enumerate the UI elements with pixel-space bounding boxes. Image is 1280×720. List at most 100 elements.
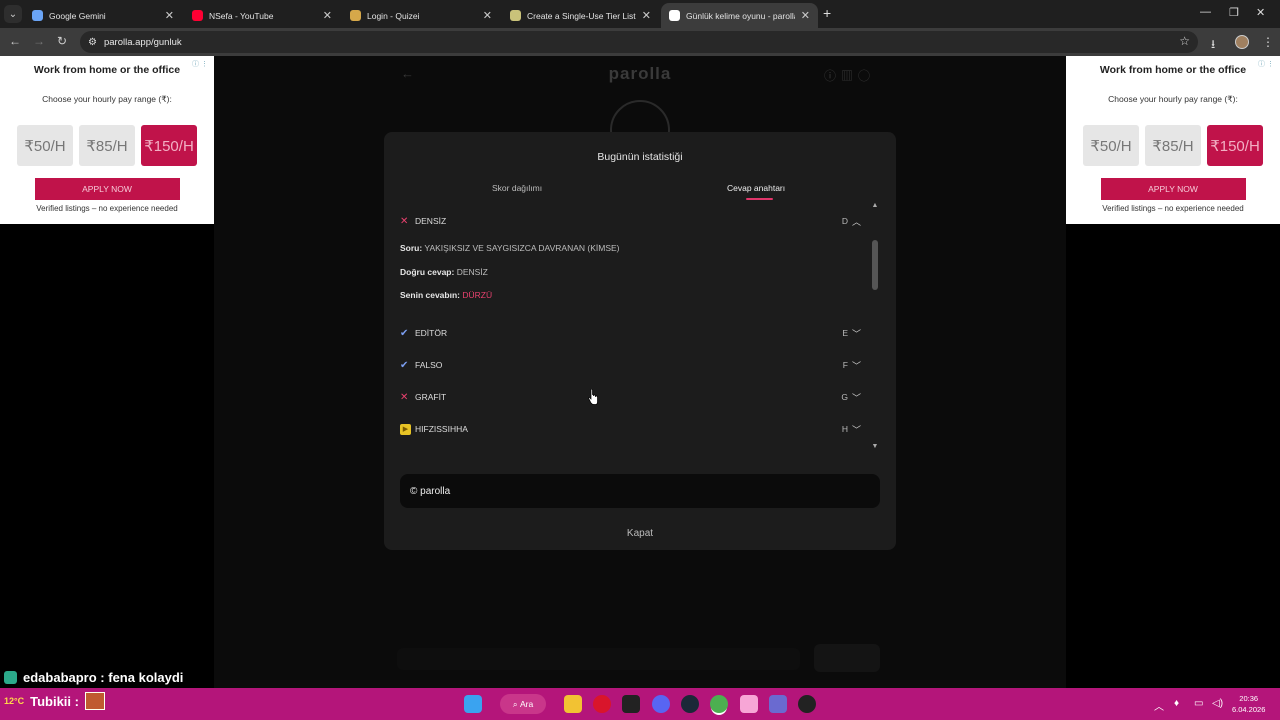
- forward-button[interactable]: →: [33, 34, 45, 48]
- answer-row[interactable]: ✔ FALSO F ﹀: [400, 355, 862, 375]
- start-button-icon[interactable]: [464, 695, 482, 713]
- answer-row[interactable]: ✕ GRAFİT G ﹀: [400, 387, 862, 407]
- check-icon: ✔: [400, 327, 409, 339]
- browser-tab[interactable]: Login - Quizei ✕: [342, 3, 500, 28]
- answer-row[interactable]: ✔ EDİTÖR E ﹀: [400, 323, 862, 343]
- apply-now-button[interactable]: APPLY NOW: [1100, 178, 1246, 200]
- close-tab-icon[interactable]: ✕: [801, 9, 810, 22]
- browser-tab[interactable]: Google Gemini ✕: [24, 3, 182, 28]
- weather-widget[interactable]: 12°C: [4, 696, 24, 706]
- tab-answer-key[interactable]: Cevap anahtarı: [727, 183, 785, 193]
- scroll-thumb[interactable]: [872, 240, 878, 290]
- chat-badge-icon: [4, 671, 17, 684]
- favicon-icon: [350, 10, 361, 21]
- chevron-down-icon[interactable]: ﹀: [852, 359, 862, 372]
- close-tab-icon[interactable]: ✕: [642, 9, 651, 22]
- parolla-logo: parolla: [608, 64, 672, 83]
- browser-tab[interactable]: NSefa - YouTube ✕: [184, 3, 340, 28]
- rate-option[interactable]: ₹85/H: [1145, 125, 1201, 166]
- restore-button[interactable]: ❐: [1229, 6, 1239, 19]
- answer-word: GRAFİT: [415, 392, 447, 402]
- close-tab-icon[interactable]: ✕: [323, 9, 332, 22]
- tab-title: NSefa - YouTube: [209, 10, 274, 21]
- chat-message: edababapro : fena kolaydi: [4, 670, 183, 685]
- app-icon[interactable]: [769, 695, 787, 713]
- streamer-name: Tubikii :: [30, 693, 79, 709]
- chat-text: fena kolaydi: [108, 670, 184, 685]
- answer-letter: G: [841, 392, 848, 402]
- chat-user: edababapro: [23, 670, 97, 685]
- epic-games-icon[interactable]: [622, 695, 640, 713]
- scroll-down-icon[interactable]: ▼: [870, 443, 880, 450]
- new-tab-button[interactable]: +: [823, 5, 831, 21]
- reload-button[interactable]: ↻: [57, 34, 67, 48]
- ad-subtitle: Choose your hourly pay range (₹):: [42, 94, 172, 104]
- answer-word: FALSO: [415, 360, 443, 370]
- answer-scrollbar[interactable]: ▲ ▼: [870, 202, 880, 452]
- discord-icon[interactable]: [652, 695, 670, 713]
- chevron-down-icon[interactable]: ﹀: [852, 391, 862, 404]
- volume-icon[interactable]: ◁): [1212, 698, 1223, 709]
- browser-tab[interactable]: Create a Single-Use Tier List (P ✕: [502, 3, 659, 28]
- taskbar-search[interactable]: ⌕ Ara: [500, 694, 546, 714]
- active-tab-indicator: [746, 198, 773, 200]
- adchoices-icon[interactable]: ⓘ ⋮: [192, 59, 208, 69]
- scroll-up-icon[interactable]: ▲: [870, 202, 880, 209]
- tab-score-distribution[interactable]: Skor dağılımı: [492, 183, 542, 193]
- back-button[interactable]: ←: [9, 34, 21, 48]
- question-line: Soru: YAKIŞIKSIZ VE SAYGISIZCA DAVRANAN …: [400, 243, 620, 253]
- close-button[interactable]: Kapat: [384, 528, 896, 539]
- menu-icon[interactable]: ⋮: [1262, 35, 1274, 49]
- ad-left[interactable]: ⓘ ⋮ Work from home or the office Choose …: [0, 56, 214, 224]
- answer-row-expanded[interactable]: ✕ DENSİZ D ︿: [400, 211, 862, 231]
- answer-letter: D: [841, 216, 848, 226]
- chevron-up-icon[interactable]: ︿: [852, 215, 862, 228]
- minimize-button[interactable]: —: [1200, 6, 1211, 18]
- browser-tab[interactable]: Günlük kelime oyunu - parolla ✕: [661, 3, 818, 28]
- chrome-icon[interactable]: [710, 695, 728, 713]
- question-label: Soru:: [400, 243, 423, 253]
- ad-right[interactable]: ⓘ ⋮ Work from home or the office Choose …: [1066, 56, 1280, 224]
- answer-word: DENSİZ: [415, 216, 447, 226]
- network-icon[interactable]: ▭: [1194, 698, 1203, 709]
- address-bar[interactable]: ⚙ parolla.app/gunluk ☆: [80, 31, 1198, 53]
- input-bar: [397, 648, 800, 670]
- rate-option[interactable]: ₹50/H: [1083, 125, 1139, 166]
- site-info-icon[interactable]: ⚙: [88, 37, 97, 48]
- chevron-down-icon[interactable]: ﹀: [852, 327, 862, 340]
- apply-now-button[interactable]: APPLY NOW: [34, 178, 180, 200]
- steam-icon[interactable]: [681, 695, 699, 713]
- ad-verified-text: Verified listings – no experience needed: [1102, 204, 1244, 213]
- modal-title: Bugünün istatistiği: [597, 151, 683, 163]
- file-explorer-icon[interactable]: [564, 695, 582, 713]
- submit-button-bg: [814, 644, 880, 672]
- answer-row[interactable]: ▶ HIFZISSIHHA H ﹀: [400, 419, 862, 439]
- chevron-down-icon[interactable]: ﹀: [852, 423, 862, 436]
- rate-option[interactable]: ₹85/H: [79, 125, 135, 166]
- rate-option[interactable]: ₹150/H: [1207, 125, 1263, 166]
- close-tab-icon[interactable]: ✕: [165, 9, 174, 22]
- microphone-icon[interactable]: ♦: [1174, 698, 1179, 709]
- answer-word: EDİTÖR: [415, 328, 448, 338]
- photos-icon[interactable]: [740, 695, 758, 713]
- clock-time: 20:36: [1239, 694, 1259, 703]
- adchoices-icon[interactable]: ⓘ ⋮: [1258, 59, 1274, 69]
- opera-icon[interactable]: [593, 695, 611, 713]
- bookmark-star-icon[interactable]: ☆: [1179, 34, 1190, 48]
- clock[interactable]: 20:36 6.04.2026: [1232, 693, 1265, 715]
- answer-list: ✕ DENSİZ D ︿ Soru: YAKIŞIKSIZ VE SAYGISI…: [400, 207, 862, 447]
- download-icon[interactable]: ⭳: [1211, 35, 1215, 56]
- tray-overflow-icon[interactable]: ︿: [1154, 698, 1164, 713]
- your-answer: DÜRZÜ: [462, 290, 493, 300]
- close-tab-icon[interactable]: ✕: [483, 9, 492, 22]
- tab-search-button[interactable]: ⌄: [4, 5, 22, 23]
- streamer-thumbnail: [84, 692, 105, 710]
- obs-icon[interactable]: [798, 695, 816, 713]
- profile-avatar[interactable]: [1235, 35, 1249, 49]
- close-window-button[interactable]: ✕: [1256, 6, 1265, 19]
- clock-date: 6.04.2026: [1232, 705, 1266, 714]
- rate-option[interactable]: ₹150/H: [141, 125, 197, 166]
- rate-option[interactable]: ₹50/H: [17, 125, 73, 166]
- favicon-icon: [32, 10, 43, 21]
- favicon-icon: [669, 10, 680, 21]
